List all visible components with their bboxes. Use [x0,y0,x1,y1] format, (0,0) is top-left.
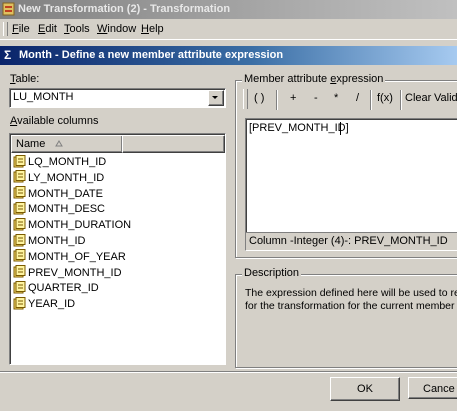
column-name: YEAR_ID [28,298,76,311]
app-icon [2,2,15,16]
column-header-label: Name [16,138,46,150]
list-item[interactable]: PREV_MONTH_ID [13,265,122,281]
expression-group-label: Member attribute expression [242,73,386,85]
sort-ascending-icon [55,140,63,147]
list-item[interactable]: QUARTER_ID [13,280,99,296]
description-label: Description [242,267,302,279]
divide-button[interactable]: / [356,92,359,104]
menu-grip [3,22,8,36]
list-item[interactable]: LQ_MONTH_ID [13,154,106,170]
ok-button[interactable]: OK [330,377,400,401]
menu-tools[interactable]: Tools [64,23,90,35]
list-item[interactable]: MONTH_DURATION [13,217,131,233]
menu-window[interactable]: Window [97,23,136,35]
expression-editor[interactable]: [PREV_MONTH_ID] [245,118,457,234]
column-icon [13,170,26,183]
plus-button[interactable]: + [290,92,296,104]
list-item[interactable]: MONTH_DESC [13,201,105,217]
column-name: LQ_MONTH_ID [28,156,107,168]
list-item[interactable]: LY_MONTH_ID [13,170,104,186]
column-icon [13,186,26,199]
description-line-2: for the transformation for the current m… [245,300,457,312]
list-item[interactable]: MONTH_OF_YEAR [13,249,126,265]
column-icon [13,154,26,168]
expression-text: [PREV_MONTH_ID] [249,122,349,134]
description-line-1: The expression defined here will be used… [245,287,457,299]
column-icon [13,217,26,231]
toolbar-grip [243,89,248,109]
column-header-empty[interactable] [122,135,225,153]
column-icon [13,249,26,262]
column-name: MONTH_OF_YEAR [28,250,126,263]
expression-status-text: Column -Integer (4)-: PREV_MONTH_ID [249,235,448,247]
list-item[interactable]: YEAR_ID [13,296,75,312]
menu-edit[interactable]: Edit [38,23,57,35]
column-name: LY_MONTH_ID [28,171,105,184]
table-select[interactable]: LU_MONTH [9,88,226,108]
chevron-down-icon [212,96,218,99]
window-title-bar[interactable]: New Transformation (2) - Transformation [0,0,457,19]
column-name: QUARTER_ID [28,282,99,295]
dialog-title: Month - Define a new member attribute ex… [19,49,284,61]
toolbar-separator [400,90,402,110]
toolbar-separator [370,90,372,110]
expression-status: Column -Integer (4)-: PREV_MONTH_ID [245,232,457,251]
column-header-name[interactable]: Name [11,135,123,153]
paren-button[interactable]: ( ) [254,92,264,104]
text-caret [340,122,341,135]
column-icon [13,265,26,278]
column-name: MONTH_DURATION [28,219,132,232]
toolbar-separator [276,90,278,110]
window-title: New Transformation (2) - Transformation [18,3,231,15]
function-button[interactable]: f(x) [377,92,393,104]
column-icon [13,280,26,294]
table-label: Table: [10,73,40,85]
columns-list[interactable]: Name LQ_MONTH_ID LY_MONTH_ID MONTH_DATE MON… [9,133,226,365]
column-icon [13,233,26,247]
minus-button[interactable]: - [314,92,318,104]
menu-file[interactable]: File [12,23,30,35]
menu-bar: File Edit Tools Window Help [0,19,457,40]
column-icon [13,201,26,215]
table-select-value: LU_MONTH [13,91,74,103]
dialog-title-bar[interactable]: Σ Month - Define a new member attribute … [0,46,457,65]
column-name: MONTH_ID [28,235,86,247]
list-item[interactable]: MONTH_DATE [13,186,103,202]
menu-help[interactable]: Help [141,23,164,35]
bottom-separator [0,371,457,373]
sigma-icon: Σ [4,48,12,62]
multiply-button[interactable]: * [334,92,338,104]
column-name: MONTH_DESC [28,203,106,216]
cancel-button[interactable]: Cance [408,377,457,399]
clear-button[interactable]: Clear [405,92,431,104]
validate-button[interactable]: Valida [434,92,457,104]
column-name: MONTH_DATE [28,187,103,200]
column-name: PREV_MONTH_ID [28,266,122,279]
available-columns-label: Available columns [10,115,99,127]
list-item[interactable]: MONTH_ID [13,233,85,249]
table-select-dropdown-button[interactable] [208,90,224,106]
column-icon [13,296,26,310]
